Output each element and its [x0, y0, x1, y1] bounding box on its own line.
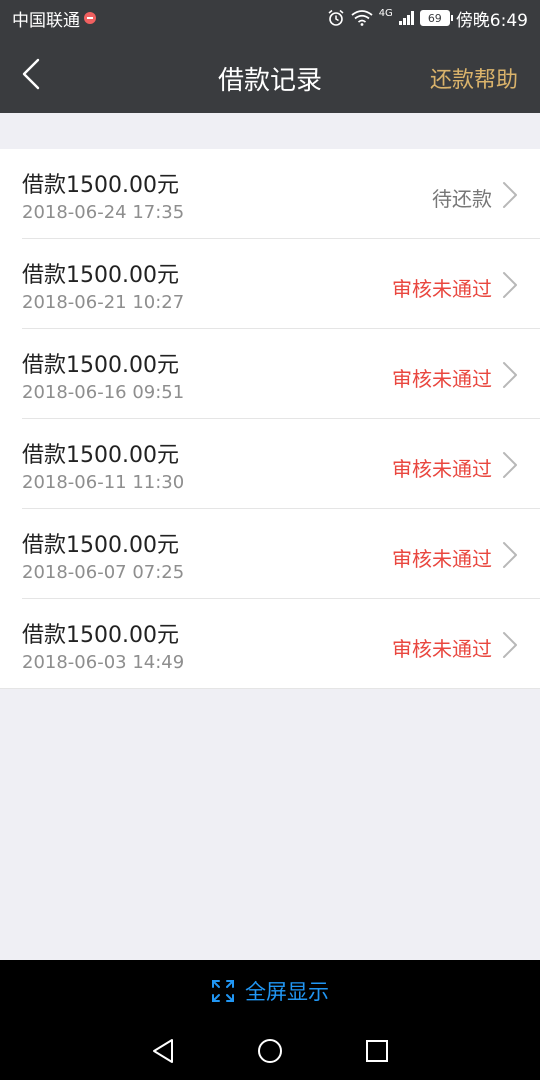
- fullscreen-label: 全屏显示: [245, 980, 329, 1004]
- loan-status-label: 审核未通过: [392, 277, 492, 301]
- loan-record-row[interactable]: 借款1500.00元 2018-06-07 07:25 审核未通过: [0, 509, 540, 599]
- clock: 傍晚6:49: [455, 10, 528, 31]
- loan-status-label: 审核未通过: [392, 547, 492, 571]
- loan-status-label: 审核未通过: [392, 637, 492, 661]
- carrier-label: 中国联通: [12, 10, 80, 31]
- chevron-right-icon: [503, 182, 517, 208]
- loan-amount-label: 借款1500.00元: [22, 623, 179, 648]
- expand-icon: [212, 980, 234, 1002]
- loan-record-list: 借款1500.00元 2018-06-24 17:35 待还款 借款1500.00元 2…: [0, 149, 540, 689]
- chevron-left-icon: [22, 58, 40, 90]
- repayment-help-link[interactable]: 还款帮助: [430, 62, 518, 94]
- nav-back-icon[interactable]: [150, 1037, 176, 1065]
- loan-status-label: 审核未通过: [392, 457, 492, 481]
- chevron-right-icon: [503, 272, 517, 298]
- nav-home-icon[interactable]: [256, 1037, 284, 1065]
- loan-time-label: 2018-06-03 14:49: [22, 652, 185, 673]
- chevron-right-icon: [503, 452, 517, 478]
- loan-amount-label: 借款1500.00元: [22, 173, 179, 198]
- system-nav-bar: [0, 1022, 540, 1080]
- loan-status-label: 待还款: [432, 187, 492, 211]
- loan-time-label: 2018-06-07 07:25: [22, 562, 185, 583]
- sim-error-icon: [84, 12, 96, 24]
- loan-time-label: 2018-06-24 17:35: [22, 202, 185, 223]
- loan-record-row[interactable]: 借款1500.00元 2018-06-24 17:35 待还款: [0, 149, 540, 239]
- loan-record-row[interactable]: 借款1500.00元 2018-06-21 10:27 审核未通过: [0, 239, 540, 329]
- status-bar: 中国联通 4G 69 傍晚6:49: [0, 0, 540, 36]
- fullscreen-button[interactable]: 全屏显示: [0, 960, 540, 1022]
- loan-time-label: 2018-06-21 10:27: [22, 292, 185, 313]
- battery-level: 69: [427, 11, 442, 25]
- signal-icon: [398, 11, 414, 25]
- loan-status-label: 审核未通过: [392, 367, 492, 391]
- alarm-icon: [328, 9, 344, 26]
- battery-icon: 69: [419, 10, 453, 26]
- loan-amount-label: 借款1500.00元: [22, 443, 179, 468]
- network-type: 4G: [378, 7, 393, 19]
- loan-record-row[interactable]: 借款1500.00元 2018-06-16 09:51 审核未通过: [0, 329, 540, 419]
- loan-record-row[interactable]: 借款1500.00元 2018-06-11 11:30 审核未通过: [0, 419, 540, 509]
- loan-amount-label: 借款1500.00元: [22, 533, 179, 558]
- loan-amount-label: 借款1500.00元: [22, 263, 179, 288]
- loan-time-label: 2018-06-11 11:30: [22, 472, 185, 493]
- wifi-icon: [351, 10, 373, 26]
- back-button[interactable]: [14, 54, 54, 94]
- loan-amount-label: 借款1500.00元: [22, 353, 179, 378]
- app-root: 中国联通 4G 69 傍晚6:49 借款记录 还款帮助 借款1500.00元 2…: [0, 0, 540, 1080]
- app-header: 借款记录 还款帮助: [0, 36, 540, 113]
- loan-time-label: 2018-06-16 09:51: [22, 382, 185, 403]
- loan-record-row[interactable]: 借款1500.00元 2018-06-03 14:49 审核未通过: [0, 599, 540, 689]
- row-divider: [0, 688, 540, 689]
- nav-recents-icon[interactable]: [364, 1038, 390, 1064]
- chevron-right-icon: [503, 542, 517, 568]
- status-right: 4G 69 傍晚6:49: [327, 6, 528, 31]
- chevron-right-icon: [503, 362, 517, 388]
- chevron-right-icon: [503, 632, 517, 658]
- status-left: 中国联通: [12, 6, 96, 31]
